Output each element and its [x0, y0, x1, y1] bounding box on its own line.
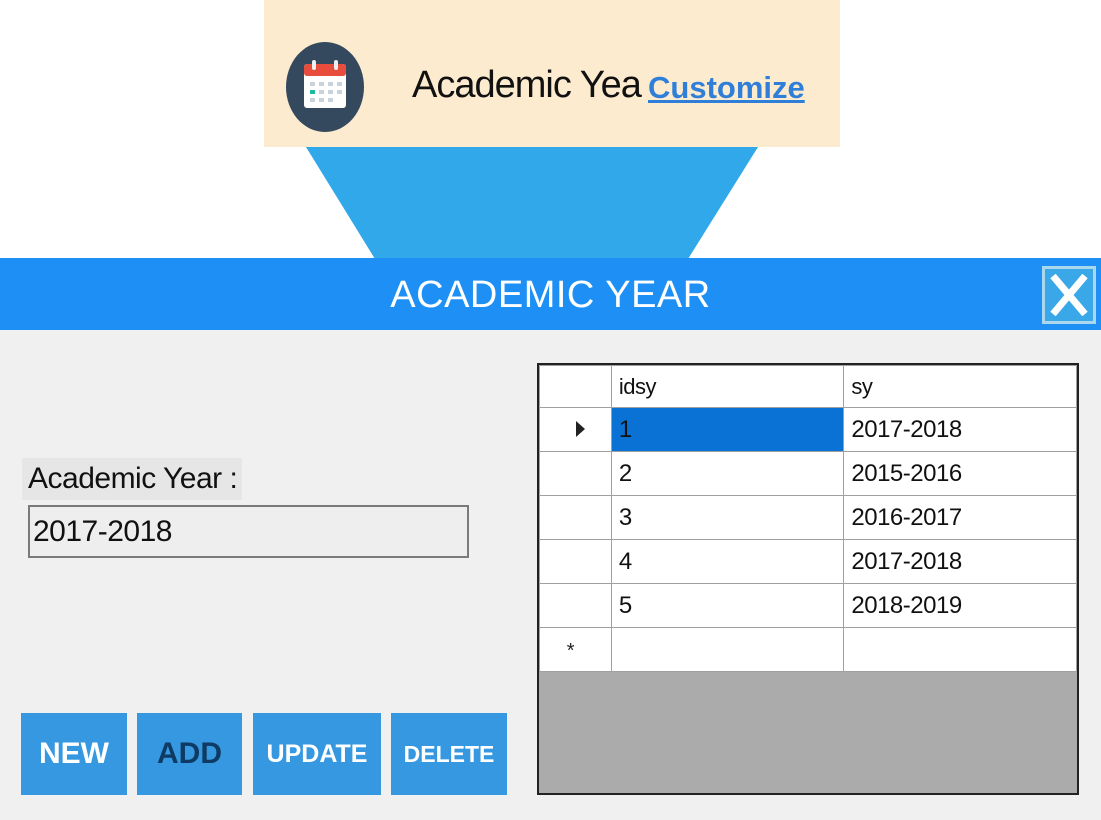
row-header-corner [539, 365, 612, 408]
close-icon [1050, 274, 1088, 316]
delete-button[interactable]: DELETE [391, 713, 507, 795]
cell-idsy[interactable]: 3 [610, 495, 845, 540]
callout-label: Academic Year [412, 64, 642, 106]
grid-header-row: idsy sy [539, 365, 1077, 408]
new-button[interactable]: NEW [21, 713, 127, 795]
new-row-header[interactable]: * [539, 627, 612, 672]
customize-link[interactable]: Customize [648, 70, 805, 106]
row-header[interactable] [539, 583, 612, 628]
update-button[interactable]: UPDATE [253, 713, 381, 795]
cell-sy[interactable]: 2016-2017 [843, 495, 1077, 540]
table-row[interactable]: 4 2017-2018 [539, 539, 1077, 584]
table-row[interactable]: 1 2017-2018 [539, 407, 1077, 452]
cell-sy[interactable] [843, 627, 1077, 672]
academic-year-label: Academic Year : [22, 458, 242, 500]
title-bar: ACADEMIC YEAR [0, 258, 1101, 330]
column-header-sy[interactable]: sy [843, 365, 1077, 408]
table-row[interactable]: 2 2015-2016 [539, 451, 1077, 496]
row-header[interactable] [539, 407, 612, 452]
row-header[interactable] [539, 539, 612, 584]
new-row-marker: * [566, 639, 575, 662]
cell-idsy[interactable] [610, 627, 845, 672]
zoom-connector [306, 147, 758, 259]
cell-idsy[interactable]: 2 [610, 451, 845, 496]
cell-sy[interactable]: 2017-2018 [843, 407, 1077, 452]
window-title: ACADEMIC YEAR [390, 274, 711, 316]
academic-year-input[interactable] [28, 505, 469, 558]
cell-sy[interactable]: 2017-2018 [843, 539, 1077, 584]
column-header-idsy[interactable]: idsy [610, 365, 845, 408]
row-header[interactable] [539, 495, 612, 540]
grid-table: idsy sy 1 2017-2018 2 2015-2016 3 2016-2… [539, 365, 1077, 672]
row-pointer-icon [575, 420, 585, 437]
academic-year-grid[interactable]: idsy sy 1 2017-2018 2 2015-2016 3 2016-2… [537, 363, 1079, 795]
calendar-icon [286, 42, 364, 132]
close-button[interactable] [1042, 266, 1096, 324]
cell-idsy[interactable]: 1 [610, 407, 845, 452]
cell-sy[interactable]: 2015-2016 [843, 451, 1077, 496]
new-row[interactable]: * [539, 627, 1077, 672]
cell-sy[interactable]: 2018-2019 [843, 583, 1077, 628]
cell-idsy[interactable]: 4 [610, 539, 845, 584]
table-row[interactable]: 5 2018-2019 [539, 583, 1077, 628]
table-row[interactable]: 3 2016-2017 [539, 495, 1077, 540]
add-button[interactable]: ADD [137, 713, 242, 795]
row-header[interactable] [539, 451, 612, 496]
cell-idsy[interactable]: 5 [610, 583, 845, 628]
callout-tile: Academic Year Customize [264, 0, 840, 147]
